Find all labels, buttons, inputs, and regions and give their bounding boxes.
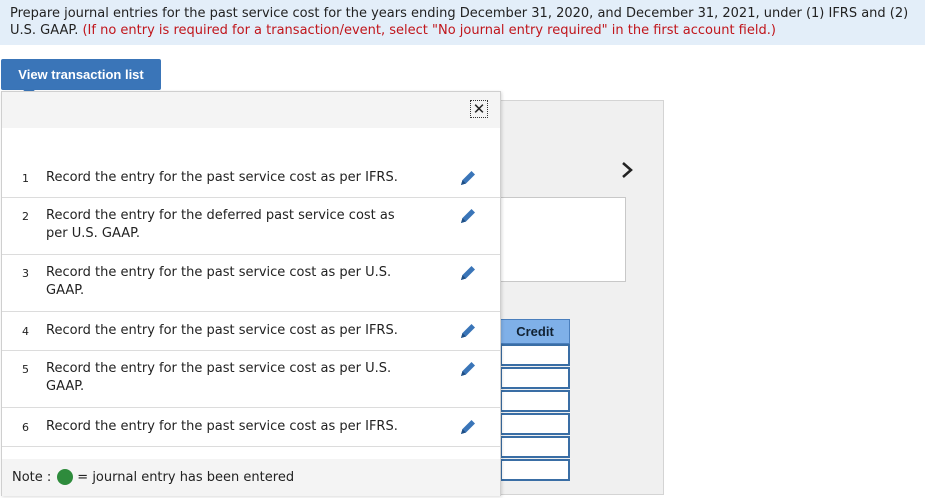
transaction-number: 3 [22, 267, 29, 280]
transaction-row[interactable]: 6 Record the entry for the past service … [2, 408, 500, 447]
pencil-icon[interactable] [458, 168, 478, 188]
close-icon[interactable]: ✕ [470, 100, 488, 118]
transaction-text: Record the entry for the deferred past s… [46, 208, 395, 241]
transaction-number: 4 [22, 325, 29, 338]
instructions-note: (If no entry is required for a transacti… [82, 23, 776, 38]
transaction-list-popup: ✕ 1 Record the entry for the past servic… [1, 91, 501, 496]
credit-input-2[interactable] [500, 367, 570, 389]
legend: Note : = journal entry has been entered [12, 469, 294, 485]
credit-input-3[interactable] [500, 390, 570, 412]
transaction-row[interactable]: 4 Record the entry for the past service … [2, 312, 500, 351]
transaction-row[interactable]: 2 Record the entry for the deferred past… [2, 198, 500, 255]
chevron-right-icon[interactable] [620, 160, 634, 180]
pencil-icon[interactable] [458, 321, 478, 341]
transaction-text: Record the entry for the past service co… [46, 170, 398, 185]
pencil-icon[interactable] [458, 206, 478, 226]
popup-header: ✕ [2, 92, 500, 128]
instructions-banner: Prepare journal entries for the past ser… [0, 0, 925, 45]
transaction-number: 2 [22, 210, 29, 223]
green-dot-icon [57, 469, 74, 485]
transaction-number: 1 [22, 172, 29, 185]
transaction-text: Record the entry for the past service co… [46, 265, 392, 298]
legend-prefix: Note : [12, 469, 52, 485]
transaction-row[interactable]: 3 Record the entry for the past service … [2, 255, 500, 312]
transaction-text: Record the entry for the past service co… [46, 361, 392, 394]
pencil-icon[interactable] [458, 263, 478, 283]
transaction-number: 6 [22, 421, 29, 434]
credit-input-4[interactable] [500, 413, 570, 435]
transaction-number: 5 [22, 363, 29, 376]
transaction-row[interactable]: 1 Record the entry for the past service … [2, 158, 500, 198]
transaction-description-box [500, 197, 626, 282]
credit-input-6[interactable] [500, 459, 570, 481]
transaction-row[interactable]: 5 Record the entry for the past service … [2, 351, 500, 408]
transaction-text: Record the entry for the past service co… [46, 323, 398, 338]
credit-input-5[interactable] [500, 436, 570, 458]
view-transaction-list-button[interactable]: View transaction list [1, 59, 161, 90]
credit-input-1[interactable] [500, 344, 570, 366]
legend-text: = journal entry has been entered [77, 469, 295, 485]
pencil-icon[interactable] [458, 417, 478, 437]
popup-footer: Note : = journal entry has been entered [2, 459, 500, 496]
transaction-text: Record the entry for the past service co… [46, 419, 398, 434]
pencil-icon[interactable] [458, 359, 478, 379]
credit-column-header: Credit [500, 319, 570, 344]
